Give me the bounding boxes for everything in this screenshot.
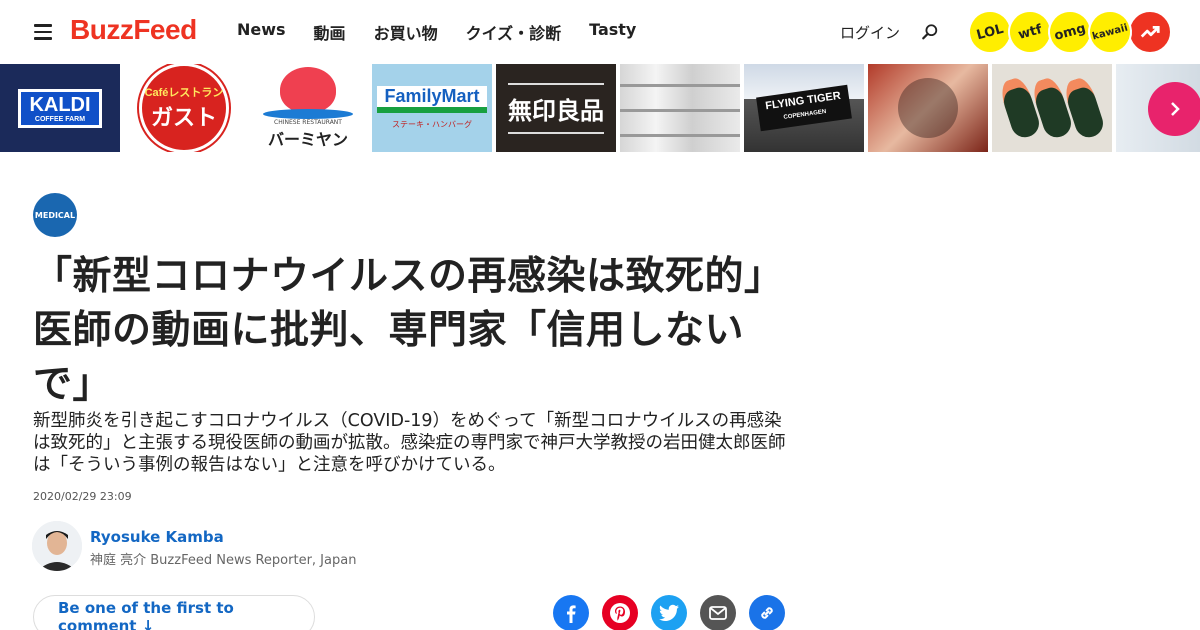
pinterest-icon[interactable] xyxy=(602,595,638,630)
reaction-badges: LOL wtf omg kawaii xyxy=(963,5,1172,59)
thumb-gusto[interactable]: Caféレストラン ガスト xyxy=(124,64,244,152)
bamiyan-title: バーミヤン xyxy=(267,131,348,149)
article-title: 「新型コロナウイルスの再感染は致死的」医師の動画に批判、専門家「信用しないで」 xyxy=(33,254,765,407)
gusto-small-text: Caféレストラン xyxy=(144,87,224,99)
login-link[interactable]: ログイン xyxy=(840,22,900,43)
thumb-empty-shelves[interactable] xyxy=(620,64,740,152)
nav-quiz[interactable]: クイズ・診断 xyxy=(466,20,562,44)
trending-strip: KALDI COFFEE FARM Caféレストラン ガスト CHINESE … xyxy=(0,64,1200,152)
comment-button[interactable]: Be one of the first to comment ↓ xyxy=(33,595,315,630)
author-role: 神庭 亮介 BuzzFeed News Reporter, Japan xyxy=(90,553,357,568)
trending-icon[interactable] xyxy=(1128,10,1172,54)
buzzfeed-logo[interactable]: BuzzFeed xyxy=(70,14,197,46)
nav-news[interactable]: News xyxy=(237,20,286,44)
kaldi-title: KALDI xyxy=(29,93,91,116)
thumb-familymart[interactable]: FamilyMart ステーキ・ハンバーグ xyxy=(372,64,492,152)
menu-icon[interactable] xyxy=(34,24,52,40)
twitter-icon[interactable] xyxy=(651,595,687,630)
flying-tiger-subtitle: COPENHAGEN xyxy=(783,108,827,121)
facebook-icon[interactable] xyxy=(553,595,589,630)
bamiyan-subtitle: CHINESE RESTAURANT xyxy=(274,118,342,126)
email-icon[interactable] xyxy=(700,595,736,630)
share-bar xyxy=(553,595,798,630)
thumb-kaldi[interactable]: KALDI COFFEE FARM xyxy=(0,64,120,152)
article-description: 新型肺炎を引き起こすコロナウイルス（COVID-19）をめぐって「新型コロナウイ… xyxy=(33,411,786,475)
nav-video[interactable]: 動画 xyxy=(314,20,346,44)
thumb-flying-tiger[interactable]: FLYING TIGER COPENHAGEN xyxy=(744,64,864,152)
publish-date: 2020/02/29 23:09 xyxy=(33,490,132,503)
nav-tasty[interactable]: Tasty xyxy=(589,20,636,44)
nav-shopping[interactable]: お買い物 xyxy=(374,20,438,44)
avatar[interactable] xyxy=(32,521,82,571)
kawaii-badge[interactable]: kawaii xyxy=(1083,5,1137,59)
medical-category-badge[interactable]: MEDICAL xyxy=(33,193,77,237)
search-icon[interactable] xyxy=(921,23,939,41)
muji-title: 無印良品 xyxy=(508,82,604,134)
thumb-muji[interactable]: 無印良品 xyxy=(496,64,616,152)
main-nav: News 動画 お買い物 クイズ・診断 Tasty xyxy=(237,20,664,44)
thumb-sushi[interactable] xyxy=(992,64,1112,152)
thumb-comic[interactable] xyxy=(868,64,988,152)
flying-tiger-title: FLYING TIGER xyxy=(764,89,842,113)
link-icon[interactable] xyxy=(749,595,785,630)
author-name[interactable]: Ryosuke Kamba xyxy=(90,528,224,546)
kaldi-subtitle: COFFEE FARM xyxy=(34,115,86,123)
gusto-title: ガスト xyxy=(150,105,217,130)
familymart-title: FamilyMart xyxy=(384,86,480,106)
site-header: BuzzFeed News 動画 お買い物 クイズ・診断 Tasty ログイン … xyxy=(0,0,1200,64)
chevron-right-icon[interactable] xyxy=(1148,82,1200,136)
peach-logo-icon xyxy=(280,66,336,113)
thumb-bamiyan[interactable]: CHINESE RESTAURANT バーミヤン xyxy=(248,64,368,152)
familymart-caption: ステーキ・ハンバーグ xyxy=(392,120,472,129)
